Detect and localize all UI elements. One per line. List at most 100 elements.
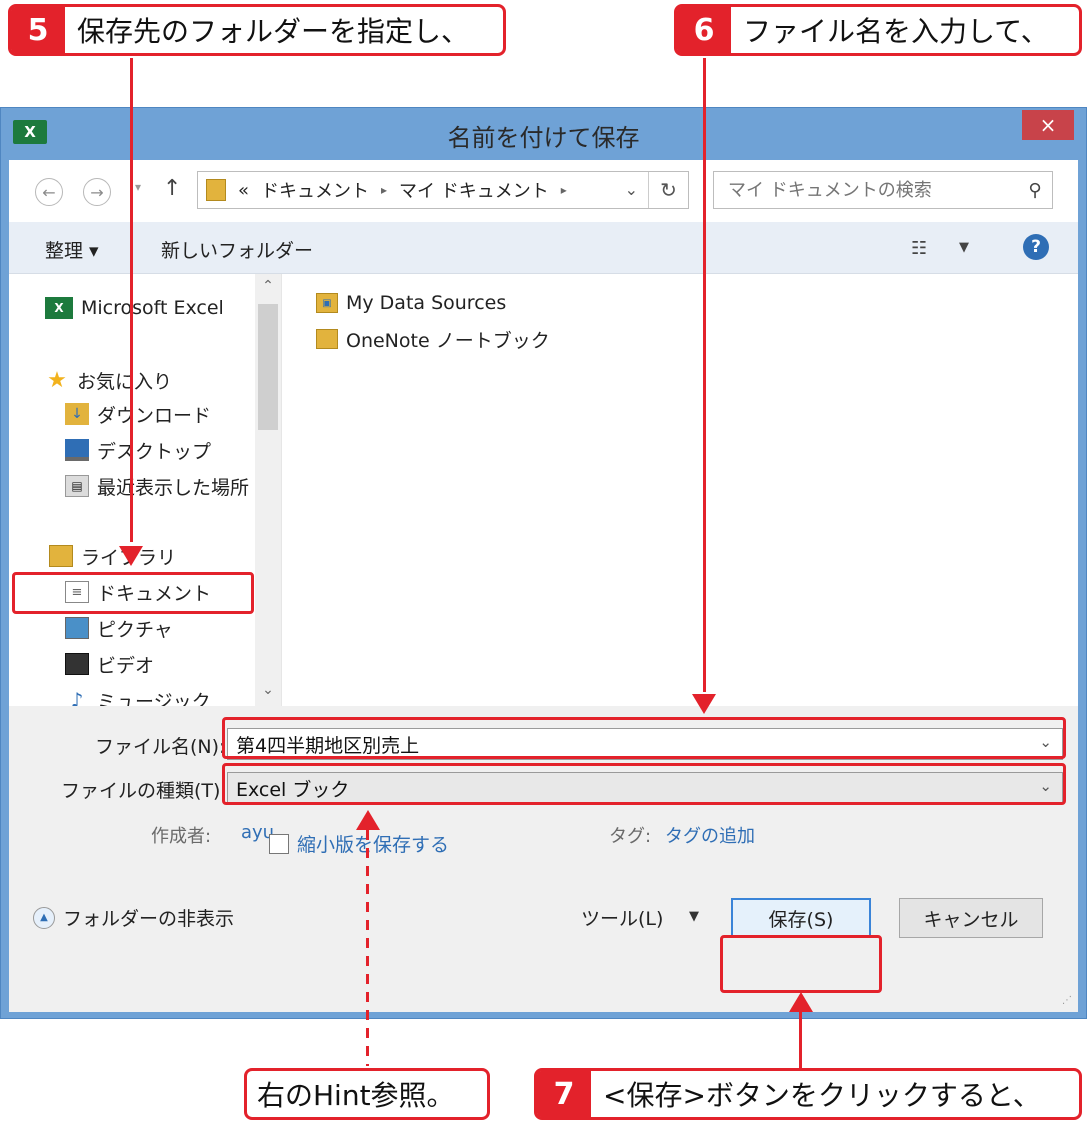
new-folder-button[interactable]: 新しいフォルダー <box>161 236 313 263</box>
nav-item-libraries[interactable]: ライブラリ <box>49 540 176 572</box>
highlight-filename <box>222 717 1066 759</box>
search-box[interactable]: ⚲ <box>713 171 1053 209</box>
save-thumbnail-checkbox[interactable] <box>269 834 289 854</box>
save-as-dialog: X 名前を付けて保存 × ← → ▾ ↑ « ドキュメント ▸ マイ ドキュメン… <box>0 107 1087 1019</box>
refresh-button[interactable]: ↻ <box>648 172 688 208</box>
close-button[interactable]: × <box>1022 110 1074 140</box>
nav-item-label: ミュージック <box>97 690 211 707</box>
step7-callout: 7 <保存>ボタンをクリックすると、 <box>534 1068 1082 1120</box>
highlight-save-button <box>720 935 882 993</box>
recent-locations-icon[interactable]: ▾ <box>135 180 141 194</box>
author-label: 作成者: <box>151 826 212 847</box>
nav-item-label: デスクトップ <box>97 440 212 463</box>
excel-icon: X <box>45 297 73 319</box>
step-number: 6 <box>677 7 731 53</box>
view-options-icon[interactable]: ☷ <box>911 238 927 259</box>
tools-button[interactable]: ツール(L) <box>581 904 663 931</box>
pictures-icon <box>65 617 89 639</box>
list-item[interactable]: OneNote ノートブック <box>316 324 550 354</box>
address-row: ← → ▾ ↑ « ドキュメント ▸ マイ ドキュメント ▸ ⌄ ↻ ⚲ <box>9 160 1078 222</box>
nav-item-microsoft-excel[interactable]: X Microsoft Excel <box>45 292 224 324</box>
path-overflow[interactable]: « <box>238 180 249 201</box>
scroll-down-icon[interactable]: ⌄ <box>255 682 281 698</box>
cancel-button[interactable]: キャンセル <box>899 898 1043 938</box>
nav-scrollbar[interactable]: ⌃ ⌄ <box>255 274 281 706</box>
save-button[interactable]: 保存(S) <box>731 898 871 938</box>
nav-item-music[interactable]: ♪ ミュージック <box>65 684 211 706</box>
nav-item-recent-places[interactable]: ▤ 最近表示した場所 <box>65 470 249 502</box>
nav-item-label: Microsoft Excel <box>81 297 224 319</box>
nav-item-favorites[interactable]: ★ お気に入り <box>45 364 172 396</box>
desktop-icon <box>65 439 89 461</box>
nav-item-label: 最近表示した場所 <box>97 476 250 499</box>
step-number: 5 <box>11 7 65 53</box>
search-icon[interactable]: ⚲ <box>1018 180 1052 201</box>
chevron-down-icon[interactable]: ▼ <box>959 240 969 255</box>
callout-text: 保存先のフォルダーを指定し、 <box>77 15 470 48</box>
organize-button[interactable]: 整理 ▾ <box>45 236 99 263</box>
hint-callout: 右のHint参照。 <box>244 1068 490 1120</box>
nav-item-label: ビデオ <box>97 654 155 677</box>
pointer-line-step6 <box>703 58 706 692</box>
pointer-arrow-hint <box>356 810 380 830</box>
forward-button[interactable]: → <box>83 178 111 206</box>
tags-value[interactable]: タグの追加 <box>665 822 755 848</box>
chevron-down-icon[interactable]: ⌄ <box>625 180 638 199</box>
step6-callout: 6 ファイル名を入力して、 <box>674 4 1082 56</box>
pointer-line-step5 <box>130 58 133 542</box>
file-list: ▣ My Data Sources OneNote ノートブック <box>281 274 1078 706</box>
pointer-arrow-step7 <box>789 992 813 1012</box>
pointer-line-step7 <box>799 1010 802 1068</box>
nav-item-label: ピクチャ <box>97 618 173 641</box>
nav-item-pictures[interactable]: ピクチャ <box>65 612 173 644</box>
chevron-down-icon[interactable]: ▼ <box>689 909 699 924</box>
hide-folders-button[interactable]: ▲ フォルダーの非表示 <box>33 904 234 931</box>
hide-folders-label: フォルダーの非表示 <box>63 908 235 930</box>
callout-text: ファイル名を入力して、 <box>743 15 1049 48</box>
tags-label: タグ: <box>609 826 652 847</box>
path-segment-my-documents[interactable]: マイ ドキュメント <box>399 177 549 203</box>
title-bar: X 名前を付けて保存 × <box>1 108 1086 160</box>
filename-label: ファイル名(N): <box>95 736 226 758</box>
videos-icon <box>65 653 89 675</box>
help-icon[interactable]: ? <box>1023 234 1049 260</box>
command-bar: 整理 ▾ 新しいフォルダー ☷ ▼ ? <box>9 222 1078 274</box>
list-item[interactable]: ▣ My Data Sources <box>316 288 506 318</box>
nav-item-downloads[interactable]: ↓ ダウンロード <box>65 398 211 430</box>
chevron-right-icon[interactable]: ▸ <box>381 183 387 197</box>
resize-grip-icon[interactable]: ⋰ <box>1062 995 1072 1006</box>
pointer-arrow-step6 <box>692 694 716 714</box>
callout-text: <保存>ボタンをクリックすると、 <box>603 1079 1041 1112</box>
window-title: 名前を付けて保存 <box>447 124 640 152</box>
music-icon: ♪ <box>70 688 84 706</box>
step5-callout: 5 保存先のフォルダーを指定し、 <box>8 4 506 56</box>
highlight-documents <box>12 572 254 614</box>
library-icon <box>49 545 73 567</box>
nav-item-label: お気に入り <box>77 370 173 393</box>
folder-icon <box>316 329 338 349</box>
pointer-arrow-step5 <box>119 546 143 566</box>
navigation-pane: X Microsoft Excel ★ お気に入り ↓ ダウンロード デスクトッ… <box>9 274 281 706</box>
address-bar[interactable]: « ドキュメント ▸ マイ ドキュメント ▸ ⌄ ↻ <box>197 171 689 209</box>
recent-places-icon: ▤ <box>65 475 89 497</box>
up-folder-button[interactable]: ↑ <box>163 176 181 201</box>
nav-item-videos[interactable]: ビデオ <box>65 648 154 680</box>
scroll-thumb[interactable] <box>258 304 278 430</box>
save-thumbnail-label[interactable]: 縮小版を保存する <box>297 830 449 857</box>
chevron-right-icon[interactable]: ▸ <box>561 183 567 197</box>
back-button[interactable]: ← <box>35 178 63 206</box>
file-name: My Data Sources <box>346 292 507 314</box>
filetype-label: ファイルの種類(T): <box>61 780 227 802</box>
star-icon: ★ <box>47 367 67 393</box>
chevron-up-icon: ▲ <box>33 906 55 929</box>
nav-item-label: ダウンロード <box>97 404 212 427</box>
callout-text: 右のHint参照。 <box>257 1079 455 1112</box>
file-name: OneNote ノートブック <box>346 329 550 352</box>
folder-icon <box>206 179 226 201</box>
step-number: 7 <box>537 1071 591 1117</box>
data-sources-folder-icon: ▣ <box>316 293 338 313</box>
nav-item-desktop[interactable]: デスクトップ <box>65 434 211 466</box>
search-input[interactable] <box>714 179 1018 201</box>
path-segment-documents[interactable]: ドキュメント <box>261 177 369 203</box>
scroll-up-icon[interactable]: ⌃ <box>255 278 281 294</box>
